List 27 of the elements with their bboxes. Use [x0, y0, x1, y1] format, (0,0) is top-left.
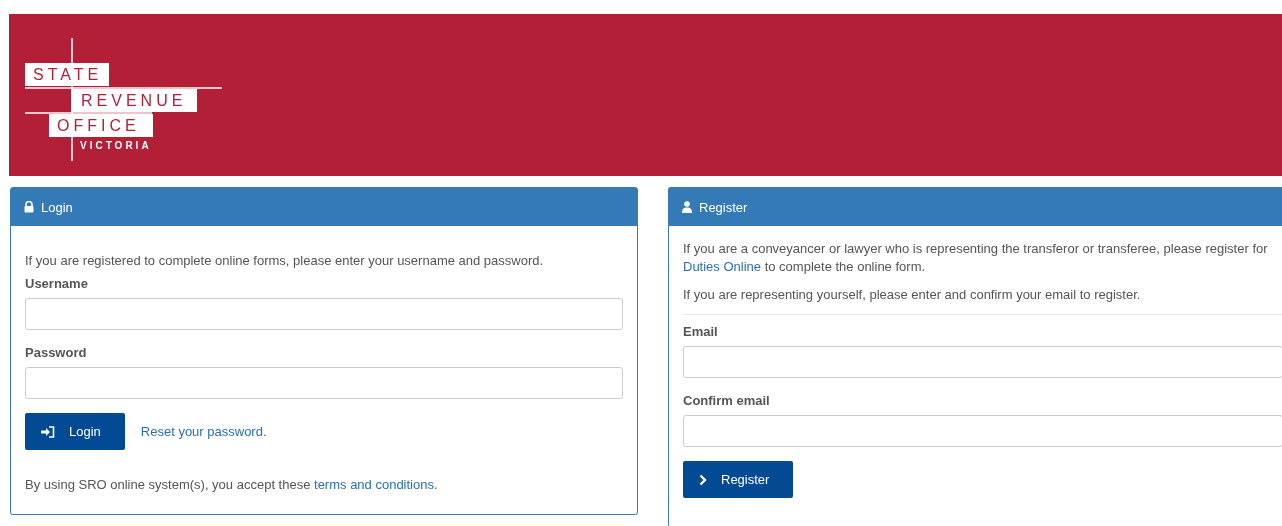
field-label: Username	[25, 275, 89, 293]
intro-text: If you are a conveyancer or lawyer who is representing the transferor or transferee, please register for Duties Online to complete the online form.	[683, 240, 1269, 276]
register-button[interactable]: Register	[683, 461, 794, 498]
duties-online-link[interactable]: Duties Online	[683, 259, 762, 274]
logo-text: OFFICE	[49, 114, 153, 137]
field-label: Password	[25, 344, 88, 362]
field-label: Confirm email	[683, 392, 771, 410]
terms-text: By using SRO online system(s), you accept these terms and conditions.	[25, 476, 439, 494]
chevron-icon	[699, 473, 707, 486]
input-field[interactable]	[683, 415, 1282, 447]
logo-text: STATE	[25, 63, 109, 86]
input-field[interactable]	[683, 346, 1282, 378]
panel-title: Register	[699, 199, 748, 215]
logo-tagline: VICTORIA	[80, 140, 152, 151]
reset-password-link[interactable]: Reset your password.	[140, 424, 267, 439]
logo-text: REVENUE	[71, 89, 197, 112]
lock-icon	[24, 201, 34, 213]
intro-text: If you are registered to complete online forms, please enter your username and password.	[25, 252, 545, 270]
login-button[interactable]: Login	[25, 413, 125, 450]
field-label: Email	[683, 323, 719, 341]
input-field[interactable]	[25, 298, 623, 330]
input-field[interactable]	[25, 367, 623, 399]
sign-in-icon	[41, 425, 55, 438]
panel-title: Login	[41, 199, 73, 215]
user-icon	[682, 201, 692, 213]
note-text: If you are representing yourself, please enter and confirm your email to register.	[683, 286, 1142, 304]
terms-link[interactable]: terms and conditions	[314, 477, 434, 492]
